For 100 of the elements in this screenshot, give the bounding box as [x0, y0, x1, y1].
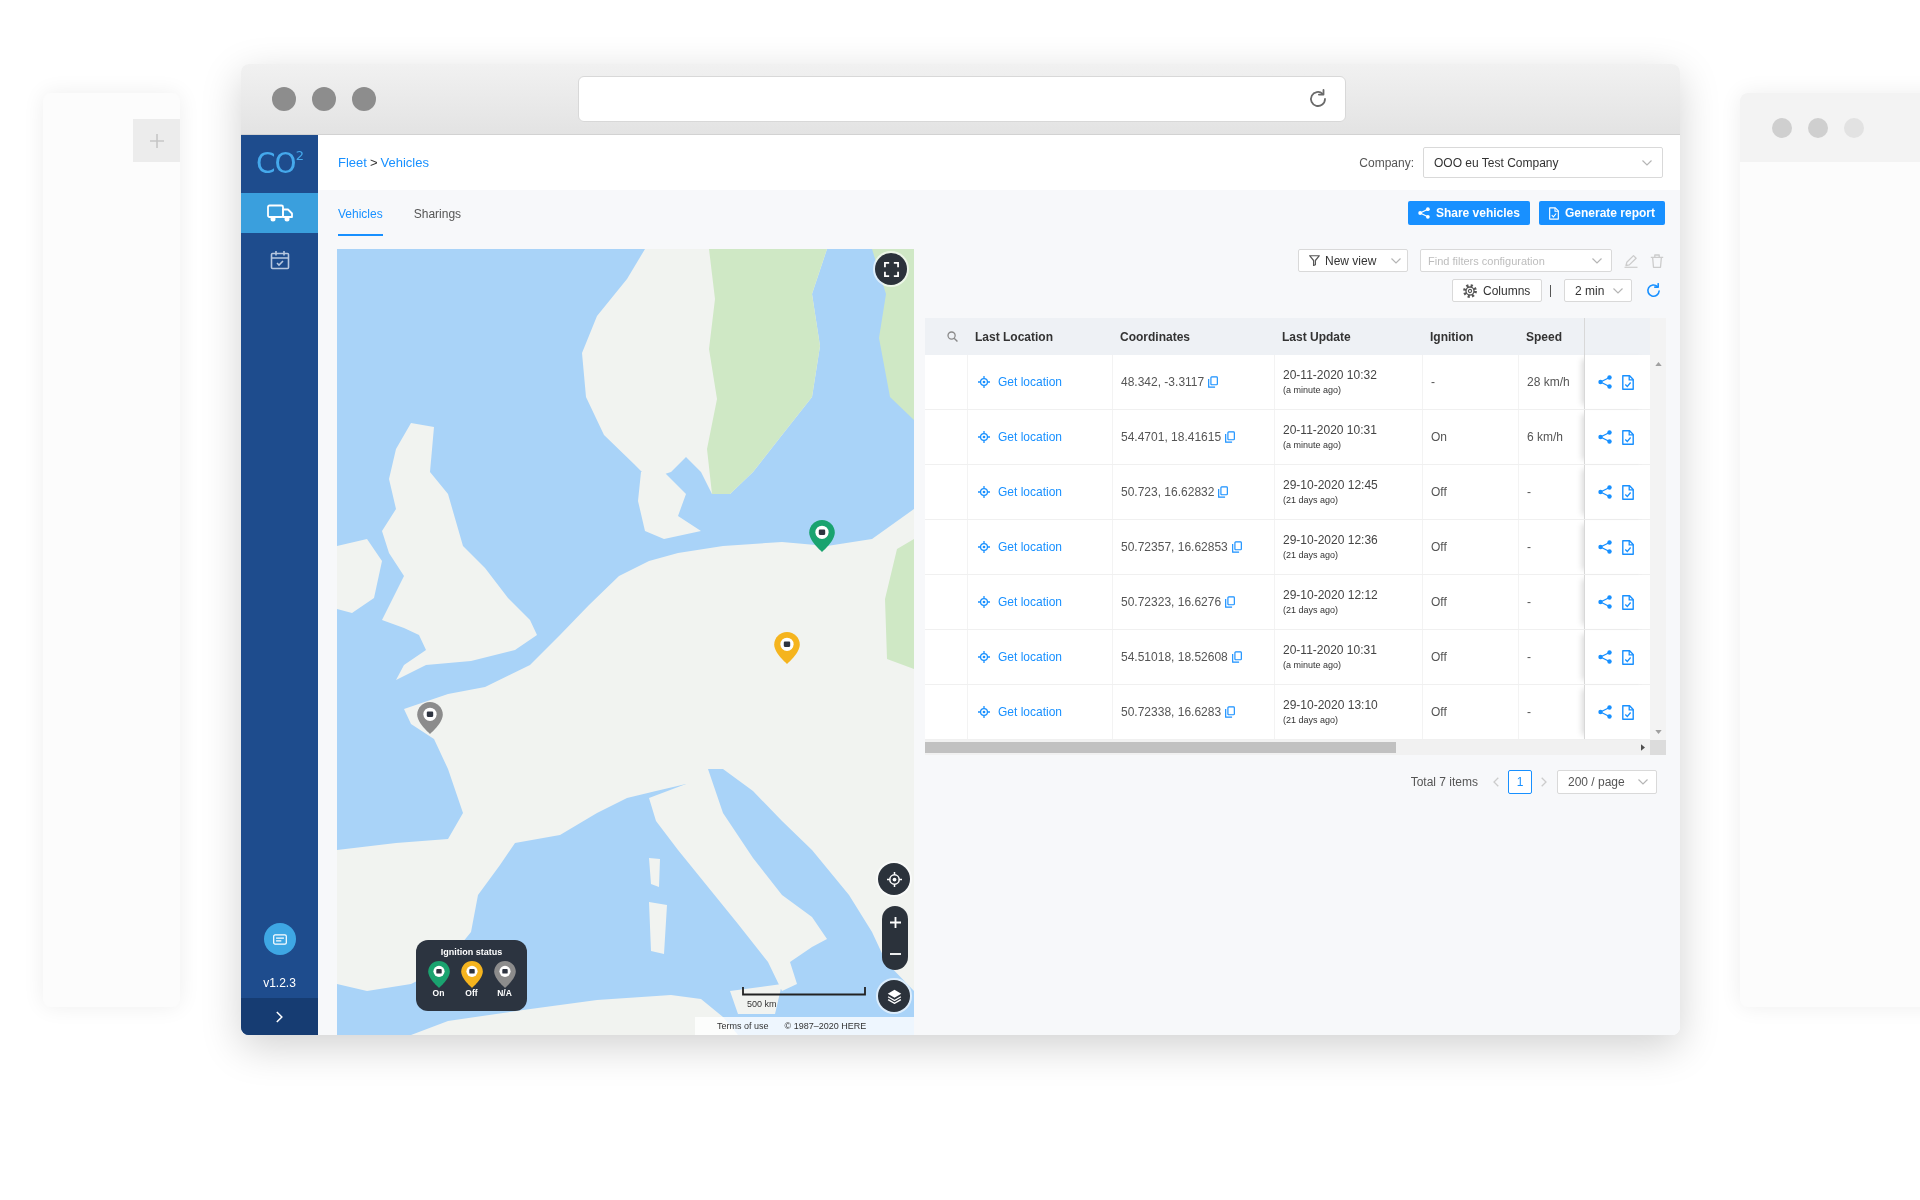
- copyright-text: © 1987–2020 HERE: [784, 1021, 867, 1031]
- file-icon[interactable]: [1622, 594, 1634, 610]
- breadcrumb-link[interactable]: Fleet: [338, 155, 367, 170]
- update-time: 29-10-2020 12:12: [1283, 588, 1378, 602]
- column-header[interactable]: Ignition: [1430, 329, 1474, 344]
- column-header[interactable]: Last Location: [975, 329, 1053, 344]
- share-icon[interactable]: [1598, 650, 1612, 664]
- share-icon[interactable]: [1598, 705, 1612, 719]
- generate-report-button[interactable]: Generate report: [1538, 201, 1665, 225]
- share-icon[interactable]: [1598, 375, 1612, 389]
- coordinates-text: 50.72357, 16.62853: [1121, 540, 1228, 554]
- share-icon[interactable]: [1598, 485, 1612, 499]
- copy-icon[interactable]: [1225, 706, 1236, 718]
- legend-label: On: [432, 988, 445, 999]
- relative-time: (21 days ago): [1283, 495, 1339, 506]
- column-header[interactable]: Last Update: [1282, 329, 1351, 344]
- speed-text: -: [1527, 540, 1531, 554]
- columns-button[interactable]: Columns: [1452, 279, 1542, 302]
- relative-time: (a minute ago): [1283, 385, 1342, 396]
- copy-icon[interactable]: [1218, 486, 1229, 498]
- scale-label: 500 km: [747, 999, 777, 1009]
- tab[interactable]: Sharings: [413, 190, 462, 236]
- breadcrumb-link[interactable]: Vehicles: [380, 155, 429, 170]
- reload-icon[interactable]: [1308, 89, 1328, 109]
- share-icon[interactable]: [1598, 595, 1612, 609]
- interval-select[interactable]: 2 min: [1564, 279, 1632, 302]
- chevron-down-icon: [1642, 159, 1652, 166]
- map-marker[interactable]: [809, 520, 835, 552]
- crosshair-icon: [978, 706, 990, 718]
- window-control-icon[interactable]: [272, 87, 296, 111]
- share-icon: [1417, 207, 1430, 219]
- get-location-link[interactable]: Get location: [976, 540, 1063, 554]
- map-marker[interactable]: [774, 632, 800, 664]
- legend-title: Ignition status: [440, 947, 503, 958]
- copy-icon[interactable]: [1231, 651, 1242, 663]
- minus-icon: [889, 953, 901, 955]
- file-icon[interactable]: [1622, 649, 1634, 665]
- terms-link[interactable]: Terms of use: [717, 1021, 769, 1031]
- scrollbar-thumb[interactable]: [925, 742, 1396, 753]
- copy-icon[interactable]: [1225, 596, 1236, 608]
- view-select[interactable]: New view: [1298, 249, 1408, 272]
- truck-icon: [266, 204, 293, 222]
- gear-icon: [1463, 283, 1477, 298]
- filter-config-field[interactable]: Find filters configuration: [1420, 249, 1612, 272]
- user-button[interactable]: [263, 923, 296, 955]
- crosshair-icon: [978, 431, 990, 443]
- company-label: Company:: [1359, 155, 1414, 170]
- search-icon[interactable]: [947, 331, 958, 342]
- map-marker[interactable]: [417, 702, 443, 734]
- file-icon[interactable]: [1622, 374, 1634, 390]
- file-icon[interactable]: [1622, 539, 1634, 555]
- vertical-scrollbar[interactable]: [1650, 318, 1666, 740]
- nav-item[interactable]: [241, 193, 318, 233]
- get-location-link[interactable]: Get location: [976, 375, 1063, 389]
- tab[interactable]: Vehicles: [338, 190, 383, 236]
- page-button[interactable]: 1: [1508, 770, 1532, 794]
- refresh-icon[interactable]: [1646, 283, 1661, 298]
- legend-label: N/A: [497, 988, 512, 999]
- get-location-link[interactable]: Get location: [976, 705, 1063, 719]
- plus-icon: [149, 133, 164, 148]
- get-location-link[interactable]: Get location: [976, 485, 1063, 499]
- share-vehicles-button[interactable]: Share vehicles: [1407, 201, 1530, 225]
- crosshair-icon: [978, 651, 990, 663]
- plus-icon: [889, 916, 901, 928]
- coordinates-text: 54.4701, 18.41615: [1121, 430, 1222, 444]
- share-icon[interactable]: [1598, 540, 1612, 554]
- get-location-link[interactable]: Get location: [976, 595, 1063, 609]
- map-drawing[interactable]: [337, 249, 914, 1035]
- column-header[interactable]: Speed: [1526, 329, 1562, 344]
- ignition-text: Off: [1431, 705, 1447, 719]
- file-icon[interactable]: [1622, 429, 1634, 445]
- get-location-link[interactable]: Get location: [976, 430, 1063, 444]
- horizontal-scrollbar[interactable]: [925, 740, 1650, 755]
- get-location-link[interactable]: Get location: [976, 650, 1063, 664]
- column-header[interactable]: Coordinates: [1120, 329, 1190, 344]
- update-time: 29-10-2020 13:10: [1283, 698, 1378, 712]
- file-icon[interactable]: [1622, 704, 1634, 720]
- window-control-icon[interactable]: [352, 87, 376, 111]
- file-icon[interactable]: [1622, 484, 1634, 500]
- caret-right-icon[interactable]: [1641, 744, 1645, 751]
- company-select[interactable]: OOO eu Test Company: [1423, 147, 1663, 178]
- caret-up-icon[interactable]: [1654, 362, 1662, 366]
- page-size-select[interactable]: 200 / page: [1557, 770, 1657, 794]
- update-time: 29-10-2020 12:45: [1283, 478, 1378, 492]
- target-icon: [886, 871, 902, 887]
- ignition-text: Off: [1431, 485, 1447, 499]
- window-control-icon: [1808, 117, 1828, 138]
- coordinates-text: 50.723, 16.62832: [1121, 485, 1215, 499]
- address-field[interactable]: [578, 76, 1346, 122]
- scrollbar-corner: [1650, 740, 1666, 755]
- speed-text: 28 km/h: [1527, 375, 1570, 389]
- caret-down-icon[interactable]: [1654, 730, 1662, 734]
- chevron-down-icon[interactable]: [1592, 258, 1602, 264]
- share-icon[interactable]: [1598, 430, 1612, 444]
- speed-text: -: [1527, 705, 1531, 719]
- coordinates-text: 50.72338, 16.6283: [1121, 705, 1222, 719]
- copy-icon[interactable]: [1208, 376, 1219, 388]
- window-control-icon[interactable]: [312, 87, 336, 111]
- copy-icon[interactable]: [1225, 431, 1236, 443]
- copy-icon[interactable]: [1231, 541, 1242, 553]
